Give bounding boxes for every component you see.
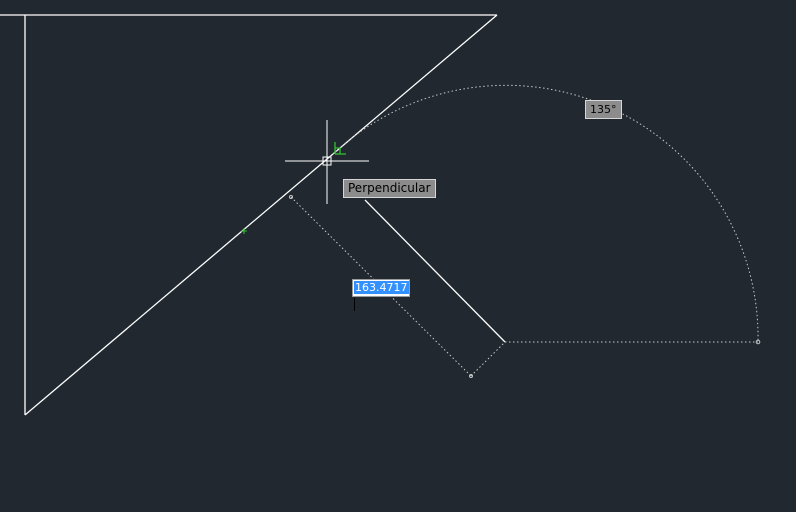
angle-tooltip: 135° bbox=[585, 100, 622, 119]
distance-input-value[interactable]: 163.4717 bbox=[354, 281, 409, 294]
snap-tooltip-label: Perpendicular bbox=[348, 181, 431, 195]
rubber-band-line bbox=[364, 199, 506, 343]
text-caret bbox=[354, 297, 355, 311]
angle-tooltip-label: 135° bbox=[590, 103, 617, 116]
midpoint-marker-icon bbox=[241, 228, 247, 234]
existing-triangle[interactable] bbox=[0, 14, 498, 416]
dimension-extension bbox=[470, 341, 506, 377]
triangle-diagonal-edge[interactable] bbox=[24, 14, 498, 416]
distance-input[interactable]: 163.4717 bbox=[352, 279, 410, 311]
drawing-area[interactable] bbox=[0, 0, 796, 508]
angle-dimension bbox=[329, 84, 759, 343]
drawing-canvas[interactable]: Perpendicular 135° 163.4717 bbox=[0, 0, 796, 508]
snap-tooltip: Perpendicular bbox=[343, 179, 436, 198]
angle-arc bbox=[329, 84, 759, 343]
